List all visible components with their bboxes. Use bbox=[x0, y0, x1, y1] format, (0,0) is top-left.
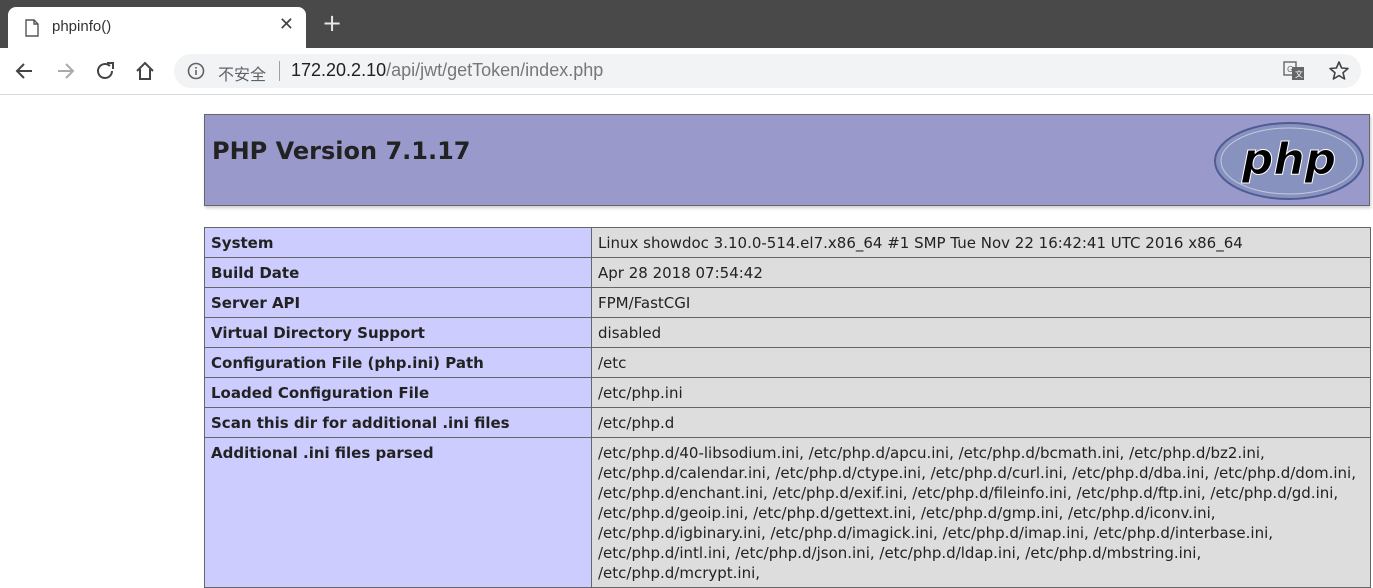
row-value: Apr 28 2018 07:54:42 bbox=[591, 257, 1371, 288]
svg-text:G: G bbox=[1287, 65, 1293, 74]
row-label: Additional .ini files parsed bbox=[204, 437, 592, 588]
row-label: Configuration File (php.ini) Path bbox=[204, 347, 592, 378]
address-bar[interactable]: 不安全 172.20.2.10/api/jwt/getToken/index.p… bbox=[174, 54, 1361, 88]
back-icon[interactable] bbox=[14, 60, 36, 82]
browser-toolbar: 不安全 172.20.2.10/api/jwt/getToken/index.p… bbox=[0, 48, 1373, 95]
row-label: Virtual Directory Support bbox=[204, 317, 592, 348]
tab-strip: phpinfo() ✕ + bbox=[0, 0, 1373, 48]
close-icon[interactable]: ✕ bbox=[279, 15, 294, 35]
table-row: Server API FPM/FastCGI bbox=[204, 287, 1371, 318]
reload-icon[interactable] bbox=[94, 60, 116, 82]
table-row: Scan this dir for additional .ini files … bbox=[204, 407, 1371, 438]
table-row: Configuration File (php.ini) Path /etc bbox=[204, 347, 1371, 378]
table-row: System Linux showdoc 3.10.0-514.el7.x86_… bbox=[204, 227, 1371, 258]
row-label: Scan this dir for additional .ini files bbox=[204, 407, 592, 438]
forward-icon[interactable] bbox=[54, 60, 76, 82]
row-label: Build Date bbox=[204, 257, 592, 288]
svg-text:文: 文 bbox=[1295, 69, 1303, 79]
url-path: /api/jwt/getToken/index.php bbox=[386, 60, 604, 80]
table-row: Build Date Apr 28 2018 07:54:42 bbox=[204, 257, 1371, 288]
row-value: /etc bbox=[591, 347, 1371, 378]
table-row: Loaded Configuration File /etc/php.ini bbox=[204, 377, 1371, 408]
row-value: Linux showdoc 3.10.0-514.el7.x86_64 #1 S… bbox=[591, 227, 1371, 258]
php-logo-icon[interactable]: php bbox=[1213, 121, 1365, 201]
translate-icon[interactable]: G 文 bbox=[1283, 61, 1305, 81]
row-value: disabled bbox=[591, 317, 1371, 348]
tab-phpinfo[interactable]: phpinfo() ✕ bbox=[8, 7, 306, 48]
row-value: /etc/php.d/40-libsodium.ini, /etc/php.d/… bbox=[591, 437, 1371, 588]
security-status: 不安全 bbox=[218, 65, 267, 84]
url-separator bbox=[279, 61, 280, 81]
table-row: Additional .ini files parsed /etc/php.d/… bbox=[204, 437, 1371, 588]
tab-title: phpinfo() bbox=[52, 18, 112, 35]
info-icon[interactable] bbox=[187, 62, 205, 80]
row-value: /etc/php.d bbox=[591, 407, 1371, 438]
row-value: FPM/FastCGI bbox=[591, 287, 1371, 318]
url-host: 172.20.2.10 bbox=[291, 60, 387, 80]
php-logo-text: php bbox=[1241, 134, 1336, 185]
row-label: Loaded Configuration File bbox=[204, 377, 592, 408]
page-title: PHP Version 7.1.17 bbox=[212, 137, 471, 165]
php-info-table: System Linux showdoc 3.10.0-514.el7.x86_… bbox=[204, 227, 1371, 588]
row-value: /etc/php.ini bbox=[591, 377, 1371, 408]
php-version-header: PHP Version 7.1.17 php bbox=[204, 114, 1370, 206]
page-icon bbox=[25, 19, 39, 37]
table-row: Virtual Directory Support disabled bbox=[204, 317, 1371, 348]
url-text[interactable]: 172.20.2.10/api/jwt/getToken/index.php bbox=[291, 60, 603, 81]
home-icon[interactable] bbox=[134, 60, 156, 82]
row-label: System bbox=[204, 227, 592, 258]
new-tab-button[interactable]: + bbox=[322, 11, 342, 35]
row-label: Server API bbox=[204, 287, 592, 318]
star-icon[interactable] bbox=[1328, 60, 1350, 82]
